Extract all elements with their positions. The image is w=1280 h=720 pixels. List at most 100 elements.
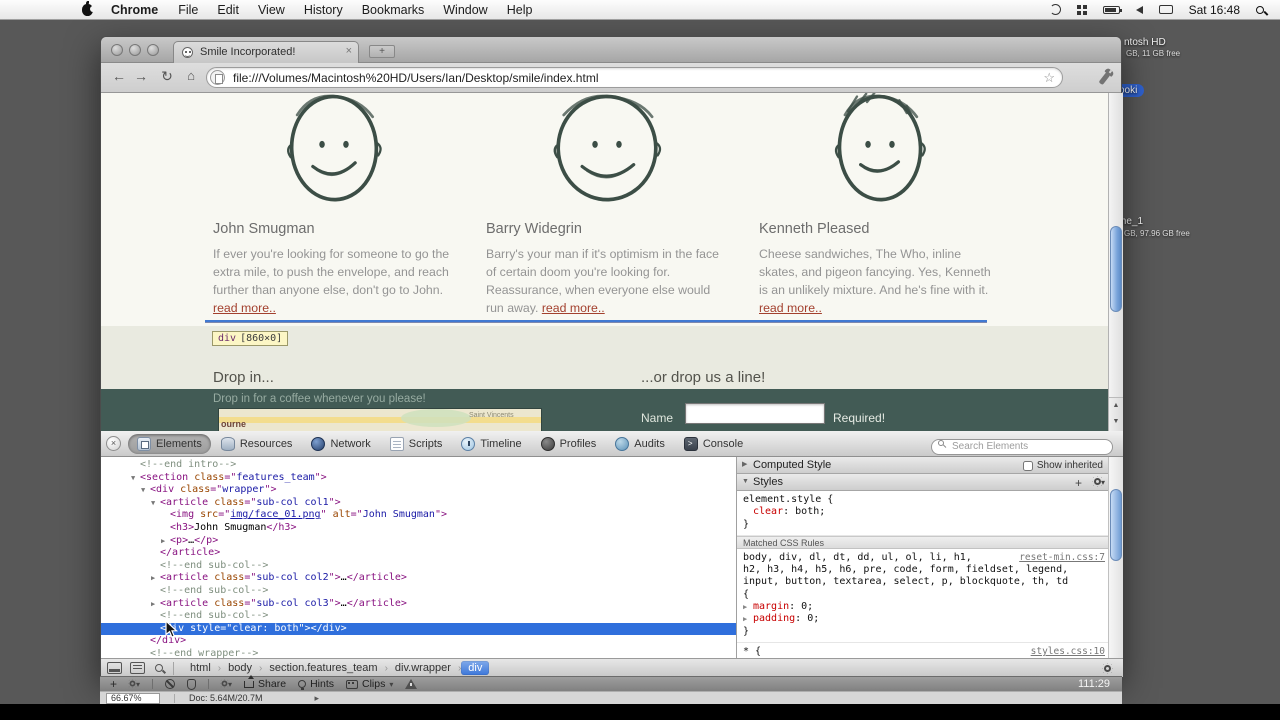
devtools-tab-network[interactable]: Network	[302, 434, 379, 454]
dom-tree-row[interactable]: <!--end sub-col-->	[101, 560, 736, 573]
breadcrumb-body[interactable]: body	[221, 661, 259, 675]
doc-info-arrow[interactable]: ▸	[315, 693, 320, 704]
read-more-link[interactable]: read more..	[542, 301, 605, 315]
menu-view[interactable]: View	[258, 3, 285, 17]
breadcrumb-section-features-team[interactable]: section.features_team	[262, 661, 384, 675]
warning-icon[interactable]	[405, 679, 418, 689]
volume-icon[interactable]	[1135, 5, 1143, 14]
styles-scrollbar-thumb[interactable]	[1110, 489, 1122, 561]
dom-tree-row[interactable]: <!--end sub-col-->	[101, 610, 736, 623]
new-style-rule-button[interactable]: +	[1075, 475, 1082, 491]
spotlight-search-icon[interactable]	[1256, 5, 1264, 14]
options-button[interactable]: ▾	[221, 679, 232, 690]
home-button[interactable]: ⌂	[181, 68, 201, 83]
devtools-close-button[interactable]: ×	[106, 436, 121, 451]
dom-tree-row[interactable]: </div>	[101, 635, 736, 648]
tree-disclosure-arrow[interactable]: ▶	[151, 600, 160, 608]
dom-tree-row[interactable]: ▶ <article class="sub-col col3">…</articl…	[101, 598, 736, 611]
tree-disclosure-arrow[interactable]: ▼	[131, 474, 140, 482]
dom-tree-row[interactable]: <div style="clear: both"></div>	[101, 622, 736, 636]
dom-tree-row[interactable]: ▶ <article class="sub-col col2">…</articl…	[101, 572, 736, 585]
tree-disclosure-arrow[interactable]: ▼	[151, 499, 160, 507]
tab-close-button[interactable]: ×	[346, 45, 352, 57]
menu-file[interactable]: File	[178, 3, 198, 17]
window-minimize-button[interactable]	[129, 44, 141, 56]
dom-tree-row[interactable]: <!--end sub-col-->	[101, 585, 736, 598]
badge-icon[interactable]	[187, 678, 197, 690]
hints-button[interactable]: Hints	[298, 678, 334, 690]
spaces-grid-icon[interactable]	[1076, 4, 1081, 9]
console-toggle-icon[interactable]	[130, 662, 145, 674]
dom-tree-row[interactable]: </article>	[101, 547, 736, 560]
scrollbar-thumb[interactable]	[1110, 226, 1122, 312]
devtools-tab-console[interactable]: Console	[675, 434, 752, 454]
dom-tree-row[interactable]: ▼ <article class="sub-col col1">	[101, 497, 736, 510]
disclosure-open-icon[interactable]: ▼	[742, 474, 749, 490]
devtools-tab-elements[interactable]: Elements	[128, 433, 211, 454]
display-icon[interactable]	[1158, 5, 1173, 14]
dom-tree-row[interactable]: ▼ <section class="features_team">	[101, 472, 736, 485]
tree-disclosure-arrow[interactable]: ▼	[141, 486, 150, 494]
property-expand-arrow[interactable]: ▶	[743, 601, 753, 613]
share-button[interactable]: Share	[244, 674, 286, 690]
dom-tree-row[interactable]: <!--end wrapper-->	[101, 648, 736, 658]
styles-scrollbar[interactable]	[1108, 457, 1123, 658]
tree-disclosure-arrow[interactable]: ▶	[161, 537, 170, 545]
scroll-up-button[interactable]: ▲	[1109, 398, 1123, 414]
zoom-level[interactable]: 66.67%	[106, 692, 160, 704]
property-expand-arrow[interactable]: ▶	[743, 613, 753, 625]
add-button[interactable]: +	[110, 678, 117, 690]
back-button[interactable]: ←	[109, 68, 129, 84]
menu-bookmarks[interactable]: Bookmarks	[362, 3, 425, 17]
window-close-button[interactable]	[111, 44, 123, 56]
breadcrumb-html[interactable]: html	[183, 661, 218, 675]
dom-tree-row[interactable]: <img src="img/face_01.png" alt="John Smu…	[101, 509, 736, 522]
page-icon[interactable]	[210, 70, 225, 85]
tree-disclosure-arrow[interactable]: ▶	[151, 574, 160, 582]
wrench-menu-icon[interactable]	[1098, 71, 1111, 86]
devtools-tab-resources[interactable]: Resources	[212, 434, 302, 454]
window-zoom-button[interactable]	[147, 44, 159, 56]
scroll-down-button[interactable]: ▼	[1109, 414, 1123, 430]
computed-style-header[interactable]: ▶ Computed Style Show inherited	[737, 457, 1123, 474]
page-scrollbar[interactable]: ▲ ▼	[1108, 93, 1123, 431]
desktop-disk-label[interactable]: ntosh HD	[1124, 37, 1166, 48]
read-more-link[interactable]: read more..	[759, 301, 822, 315]
devtools-tab-profiles[interactable]: Profiles	[532, 434, 606, 454]
show-inherited-checkbox[interactable]	[1022, 460, 1033, 471]
new-tab-button[interactable]: +	[369, 45, 395, 58]
apple-menu-icon[interactable]	[82, 0, 96, 16]
forward-button[interactable]: →	[131, 68, 151, 84]
bookmark-star-icon[interactable]: ☆	[1043, 70, 1055, 86]
styles-header[interactable]: ▼ Styles + ▾	[737, 474, 1123, 491]
menu-history[interactable]: History	[304, 3, 343, 17]
breadcrumb-div-wrapper[interactable]: div.wrapper	[388, 661, 458, 675]
read-more-link[interactable]: read more..	[213, 301, 276, 315]
settings-button[interactable]: ▾	[129, 679, 140, 690]
devtools-settings-gear-icon[interactable]	[1104, 664, 1111, 672]
embedded-map[interactable]: Saint Vincents ourne	[219, 409, 541, 431]
css-source-link[interactable]: reset-min.css:7	[1019, 552, 1105, 563]
search-elements-input[interactable]	[931, 438, 1113, 455]
disclosure-closed-icon[interactable]: ▶	[742, 457, 747, 473]
menu-edit[interactable]: Edit	[217, 3, 239, 17]
browser-tab[interactable]: Smile Incorporated! ×	[173, 41, 359, 63]
menu-help[interactable]: Help	[507, 3, 533, 17]
dom-tree-row[interactable]: ▶ <p>…</p>	[101, 535, 736, 548]
name-input[interactable]	[685, 403, 825, 424]
dom-tree-row[interactable]: ▼ <div class="wrapper">	[101, 484, 736, 497]
menu-app-name[interactable]: Chrome	[111, 3, 158, 17]
menubar-clock[interactable]: Sat 16:48	[1189, 3, 1240, 17]
url-text[interactable]: file:///Volumes/Macintosh%20HD/Users/Ian…	[233, 71, 598, 85]
styles-settings-button[interactable]: ▾	[1093, 474, 1105, 491]
node-search-icon[interactable]	[155, 664, 163, 672]
dock-toggle-icon[interactable]	[107, 662, 122, 674]
address-bar[interactable]: file:///Volumes/Macintosh%20HD/Users/Ian…	[206, 67, 1063, 88]
menu-window[interactable]: Window	[443, 3, 487, 17]
sync-icon[interactable]	[1049, 4, 1061, 15]
block-icon[interactable]	[165, 679, 176, 689]
dom-tree-row[interactable]: <!--end intro-->	[101, 459, 736, 472]
battery-icon[interactable]	[1102, 5, 1122, 14]
devtools-tab-scripts[interactable]: Scripts	[381, 434, 452, 454]
css-source-link[interactable]: styles.css:10	[1031, 646, 1105, 657]
